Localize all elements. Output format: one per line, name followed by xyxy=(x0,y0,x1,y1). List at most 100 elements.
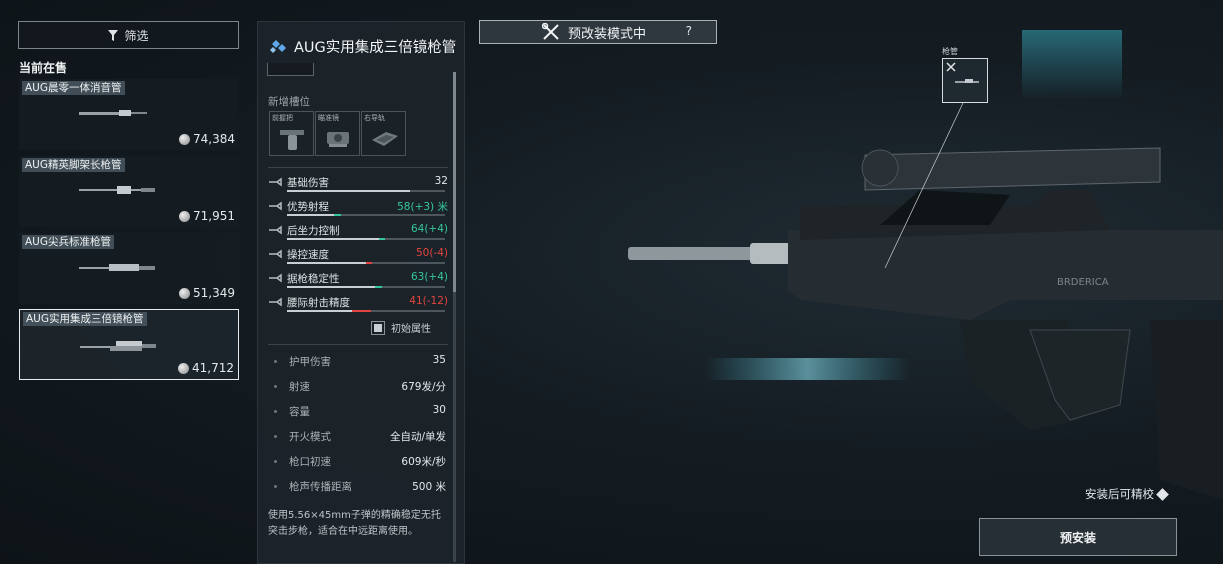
market-item-selected[interactable]: AUG实用集成三倍镜枪管 41,712 xyxy=(19,309,239,380)
item-price: 71,951 xyxy=(179,209,235,223)
attachment-category-icon xyxy=(270,39,286,53)
recoil-icon xyxy=(269,225,282,235)
filter-label: 筛选 xyxy=(124,28,149,43)
stat-row: 操控速度 50(-4) xyxy=(268,247,448,269)
help-icon[interactable]: ? xyxy=(686,24,692,38)
stat-row: 优势射程 58(+3) 米 xyxy=(268,199,448,221)
market-item[interactable]: AUG尖兵标准枪管 51,349 xyxy=(19,233,239,304)
section-title: 当前在售 xyxy=(19,61,68,75)
handling-icon xyxy=(269,249,282,259)
barrel-thumbnail xyxy=(79,264,155,271)
stat-value: 64(+4) xyxy=(410,223,448,235)
bullet-icon xyxy=(274,485,277,488)
stat-row: 据枪稳定性 63(+4) xyxy=(268,271,448,293)
bullet-icon xyxy=(274,385,277,388)
bullet-icon xyxy=(274,360,277,363)
stat-bar-fill xyxy=(287,190,411,192)
market-item[interactable]: AUG晨零一体消音管 74,384 xyxy=(19,79,239,150)
stat-bar xyxy=(287,238,445,240)
item-name: AUG尖兵标准枪管 xyxy=(22,235,115,249)
stat-bar-fill xyxy=(287,214,335,216)
stat-name: 据枪稳定性 xyxy=(287,273,340,285)
stat-bar-fill xyxy=(287,238,379,240)
stat-name: 优势射程 xyxy=(287,201,329,213)
damage-icon xyxy=(269,177,282,187)
stat-bar xyxy=(287,262,445,264)
attribute-value: 609米/秒 xyxy=(401,456,446,468)
item-description: 使用5.56×45mm子弹的精确稳定无托突击步枪，适合在中远距离使用。 xyxy=(268,510,441,537)
part-label: 枪管 xyxy=(942,47,958,56)
stability-icon xyxy=(269,273,282,283)
attribute-value: 35 xyxy=(432,354,446,366)
barrel-thumbnail xyxy=(79,110,147,116)
filter-button[interactable]: 筛选 xyxy=(18,21,239,49)
stat-value: 63(+4) xyxy=(410,271,448,283)
detail-title: AUG实用集成三倍镜枪管 xyxy=(270,36,456,57)
stat-bar-fill xyxy=(287,286,376,288)
coin-icon xyxy=(179,133,190,145)
attribute-value: 679发/分 xyxy=(401,381,446,393)
slot-scope[interactable]: 瞄准镜 xyxy=(315,111,360,156)
attribute-name: 开火模式 xyxy=(289,431,331,443)
attribute-name: 枪声传播距离 xyxy=(289,481,352,493)
premod-mode-badge: 预改装模式中 ? xyxy=(479,20,717,44)
stat-bar-fill xyxy=(287,262,366,264)
bullet-icon xyxy=(274,410,277,413)
attribute-value: 全自动/单发 xyxy=(389,431,446,443)
attribute-value: 500 米 xyxy=(412,481,446,493)
stat-bar-delta xyxy=(334,214,341,216)
stat-value: 41(-12) xyxy=(409,295,448,307)
item-price: 51,349 xyxy=(179,286,235,300)
attribute-row: 枪口初速 609米/秒 xyxy=(274,454,446,472)
attribute-row: 枪声传播距离 500 米 xyxy=(274,479,446,497)
stat-bar xyxy=(287,214,445,216)
stat-name: 操控速度 xyxy=(287,249,329,261)
attribute-name: 护甲伤害 xyxy=(289,356,331,368)
stat-row: 腰际射击精度 41(-12) xyxy=(268,295,448,317)
coin-icon xyxy=(179,287,190,299)
attribute-name: 枪口初速 xyxy=(289,456,331,468)
stat-name: 基础伤害 xyxy=(287,177,329,189)
bullet-icon xyxy=(274,460,277,463)
barrel-thumbnail xyxy=(80,341,156,351)
light-strip xyxy=(705,358,910,380)
slot-right-rail[interactable]: 右导轨 xyxy=(361,111,406,156)
preinstall-button[interactable]: 预安装 xyxy=(979,518,1177,556)
stat-value: 58(+3) 米 xyxy=(397,201,448,213)
info-icon[interactable] xyxy=(1156,487,1169,501)
stat-bar-delta xyxy=(375,286,382,288)
preview-swatch xyxy=(267,63,314,76)
callout-line xyxy=(884,102,964,269)
stat-value: 50(-4) xyxy=(415,247,448,259)
stat-name: 腰际射击精度 xyxy=(287,297,350,309)
item-name: AUG精英脚架长枪管 xyxy=(22,158,125,172)
attribute-row: 射速 679发/分 xyxy=(274,379,446,397)
divider xyxy=(268,344,448,345)
stat-bar xyxy=(287,190,445,192)
stat-bar-delta xyxy=(378,238,385,240)
grip-icon xyxy=(280,130,304,150)
initial-attribute-toggle[interactable]: 初始属性 xyxy=(371,320,431,335)
barrel-thumbnail xyxy=(79,186,155,194)
market-item[interactable]: AUG精英脚架长枪管 71,951 xyxy=(19,156,239,227)
coin-icon xyxy=(178,362,189,374)
stat-name: 后坐力控制 xyxy=(287,225,340,237)
item-name: AUG实用集成三倍镜枪管 xyxy=(23,312,147,326)
attribute-row: 容量 30 xyxy=(274,404,446,422)
item-detail-panel: AUG实用集成三倍镜枪管 新增槽位 前握把 瞄准镜 右导轨 基础伤害 32 优势射程… xyxy=(257,21,465,564)
stat-bar xyxy=(287,310,445,312)
slot-foregrip[interactable]: 前握把 xyxy=(269,111,314,156)
filter-icon xyxy=(108,29,119,41)
stat-bar-delta xyxy=(366,262,373,264)
light-panel xyxy=(1022,30,1122,100)
stat-bar-fill xyxy=(287,310,352,312)
initial-attribute-checkbox[interactable] xyxy=(371,320,385,335)
detail-scrollbar[interactable] xyxy=(453,72,456,562)
barrel-hotspot[interactable] xyxy=(942,58,988,103)
item-name: AUG晨零一体消音管 xyxy=(22,81,125,95)
divider xyxy=(268,167,448,168)
attribute-row: 护甲伤害 35 xyxy=(274,354,446,372)
hipfire-icon xyxy=(269,297,282,307)
bullet-icon xyxy=(274,435,277,438)
wrench-screwdriver-icon xyxy=(542,23,559,40)
